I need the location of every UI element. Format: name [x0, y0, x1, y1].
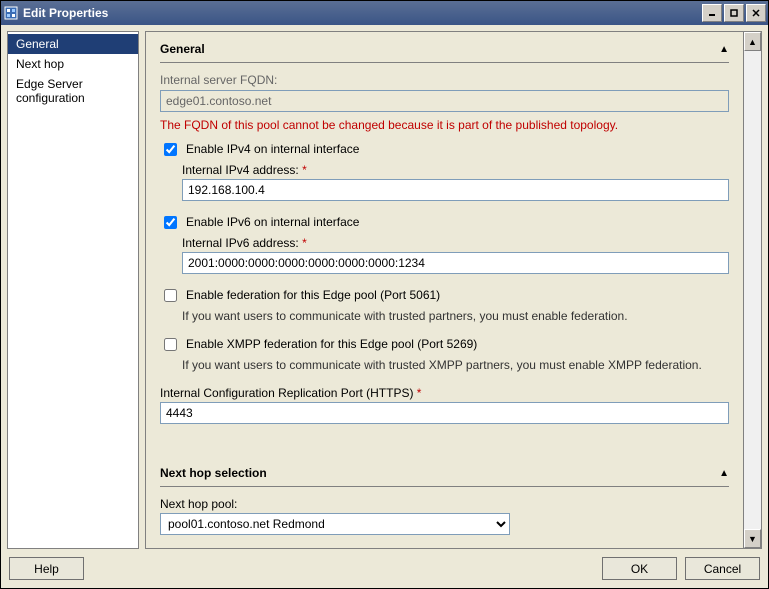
ok-button[interactable]: OK: [602, 557, 677, 580]
xmpp-checkbox-label: Enable XMPP federation for this Edge poo…: [186, 337, 477, 351]
fqdn-row: Internal server FQDN: The FQDN of this p…: [160, 73, 729, 132]
collapse-icon: ▲: [719, 44, 729, 55]
section-title-nexthop: Next hop selection: [160, 466, 719, 480]
ipv4-group: Enable IPv4 on internal interface Intern…: [160, 142, 729, 201]
sidebar-item-general[interactable]: General: [8, 34, 138, 54]
section-header-nexthop[interactable]: Next hop selection ▲: [160, 456, 729, 487]
federation-checkbox-row[interactable]: Enable federation for this Edge pool (Po…: [160, 288, 729, 305]
fqdn-label: Internal server FQDN:: [160, 73, 729, 87]
nexthop-pool-label: Next hop pool:: [160, 497, 729, 511]
repl-port-label: Internal Configuration Replication Port …: [160, 386, 729, 400]
federation-group: Enable federation for this Edge pool (Po…: [160, 288, 729, 323]
window-body: General Next hop Edge Server configurati…: [1, 25, 768, 588]
xmpp-note: If you want users to communicate with tr…: [182, 358, 729, 372]
minimize-button[interactable]: [702, 4, 722, 22]
titlebar: Edit Properties: [1, 1, 768, 25]
ipv6-checkbox-label: Enable IPv6 on internal interface: [186, 215, 359, 229]
content-panel: General ▲ Internal server FQDN: The FQDN…: [145, 31, 744, 549]
section-header-general[interactable]: General ▲: [160, 32, 729, 63]
sidebar-item-edge-server-config[interactable]: Edge Server configuration: [8, 74, 138, 108]
ipv6-addr-input[interactable]: [182, 252, 729, 274]
cancel-button[interactable]: Cancel: [685, 557, 760, 580]
ipv6-addr-block: Internal IPv6 address: *: [182, 236, 729, 274]
scroll-track[interactable]: [744, 51, 761, 529]
ipv6-group: Enable IPv6 on internal interface Intern…: [160, 215, 729, 274]
window-title: Edit Properties: [23, 6, 702, 20]
federation-checkbox[interactable]: [164, 289, 177, 302]
close-button[interactable]: [746, 4, 766, 22]
xmpp-group: Enable XMPP federation for this Edge poo…: [160, 337, 729, 372]
footer-spacer: [92, 557, 594, 580]
ipv6-checkbox[interactable]: [164, 216, 177, 229]
fqdn-input: [160, 90, 729, 112]
ipv4-checkbox[interactable]: [164, 143, 177, 156]
content-wrap: General ▲ Internal server FQDN: The FQDN…: [145, 31, 762, 549]
nexthop-pool-select[interactable]: pool01.contoso.net Redmond: [160, 513, 510, 535]
ipv4-addr-label: Internal IPv4 address: *: [182, 163, 729, 177]
ipv4-checkbox-row[interactable]: Enable IPv4 on internal interface: [160, 142, 729, 159]
ipv4-checkbox-label: Enable IPv4 on internal interface: [186, 142, 359, 156]
maximize-button[interactable]: [724, 4, 744, 22]
nexthop-pool-row: Next hop pool: pool01.contoso.net Redmon…: [160, 497, 729, 535]
edit-properties-window: Edit Properties General Next hop Edge Se…: [0, 0, 769, 589]
xmpp-checkbox[interactable]: [164, 338, 177, 351]
federation-checkbox-label: Enable federation for this Edge pool (Po…: [186, 288, 440, 302]
ipv6-addr-label: Internal IPv6 address: *: [182, 236, 729, 250]
fqdn-warning: The FQDN of this pool cannot be changed …: [160, 118, 729, 132]
window-buttons: [702, 4, 766, 22]
footer: Help OK Cancel: [7, 555, 762, 582]
ipv4-addr-block: Internal IPv4 address: *: [182, 163, 729, 201]
vertical-scrollbar[interactable]: ▲ ▼: [744, 31, 762, 549]
scroll-up-icon[interactable]: ▲: [744, 32, 761, 51]
ipv4-addr-input[interactable]: [182, 179, 729, 201]
xmpp-checkbox-row[interactable]: Enable XMPP federation for this Edge poo…: [160, 337, 729, 354]
collapse-icon: ▲: [719, 468, 729, 479]
section-title-general: General: [160, 42, 719, 56]
sidebar: General Next hop Edge Server configurati…: [7, 31, 139, 549]
ipv6-checkbox-row[interactable]: Enable IPv6 on internal interface: [160, 215, 729, 232]
repl-port-input[interactable]: [160, 402, 729, 424]
repl-port-group: Internal Configuration Replication Port …: [160, 386, 729, 424]
federation-note: If you want users to communicate with tr…: [182, 309, 729, 323]
scroll-down-icon[interactable]: ▼: [744, 529, 761, 548]
sidebar-item-next-hop[interactable]: Next hop: [8, 54, 138, 74]
app-icon: [3, 5, 19, 21]
help-button[interactable]: Help: [9, 557, 84, 580]
main-area: General Next hop Edge Server configurati…: [7, 31, 762, 549]
